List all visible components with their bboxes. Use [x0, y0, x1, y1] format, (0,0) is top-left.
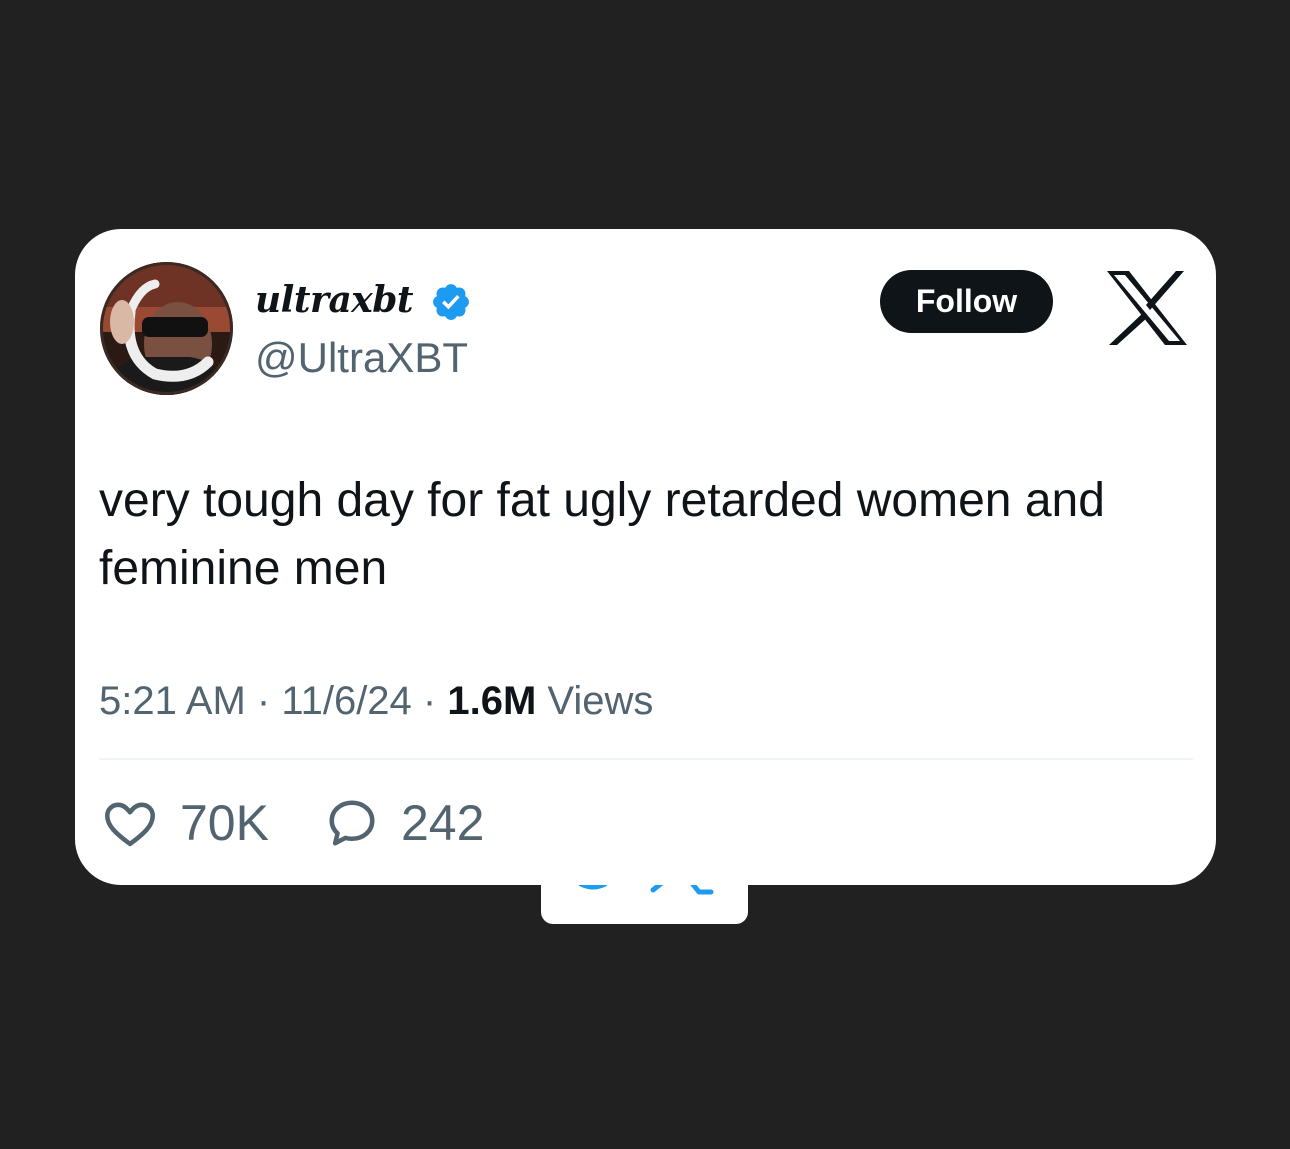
- like-count: 70K: [180, 795, 269, 851]
- meta-separator: ·: [411, 679, 448, 723]
- speech-bubble-icon: [329, 800, 375, 846]
- divider: [99, 758, 1193, 760]
- meta-separator: ·: [245, 679, 282, 723]
- tweet-date[interactable]: 11/6/24: [281, 679, 412, 723]
- tweet-time[interactable]: 5:21 AM: [99, 679, 246, 723]
- like-button[interactable]: 70K: [102, 795, 269, 851]
- heart-icon: [105, 802, 156, 847]
- verified-badge-icon: [433, 284, 469, 320]
- tweet-card: ultraxbt @UltraXBT Follow very tough day…: [75, 229, 1216, 885]
- x-logo-icon[interactable]: [1105, 269, 1189, 347]
- tweet-text: very tough day for fat ugly retarded wom…: [99, 474, 1105, 595]
- reply-button[interactable]: 242: [325, 795, 484, 851]
- views-count: 1.6M: [447, 679, 537, 723]
- display-name[interactable]: ultraxbt: [255, 277, 414, 323]
- avatar[interactable]: [100, 262, 233, 395]
- user-handle[interactable]: @UltraXBT: [255, 332, 468, 384]
- views-label: Views: [536, 679, 654, 723]
- tweet-meta: 5:21 AM · 11/6/24 · 1.6M Views: [99, 675, 653, 727]
- reply-count: 242: [401, 795, 485, 851]
- follow-button[interactable]: Follow: [880, 270, 1053, 333]
